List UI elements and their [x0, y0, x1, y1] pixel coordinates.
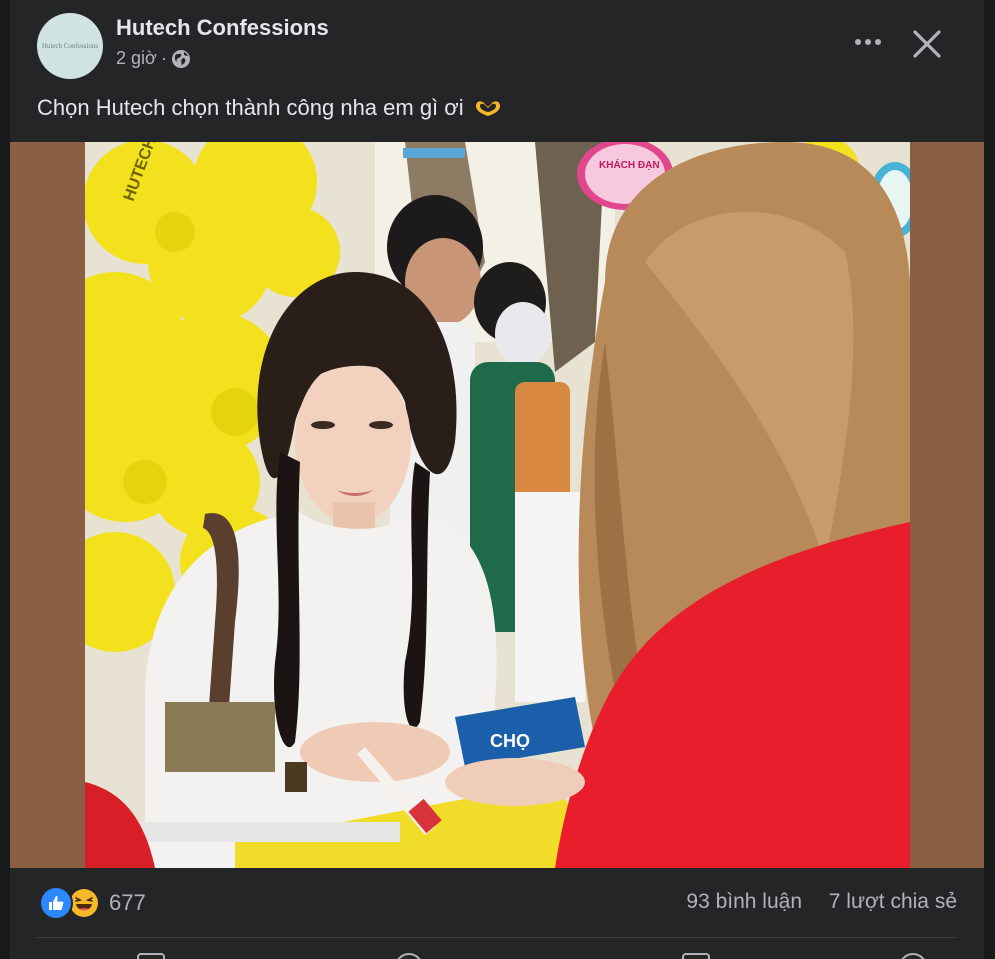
post-caption: Chọn Hutech chọn thành công nha em gì ơi: [37, 95, 502, 121]
close-icon: [913, 30, 941, 58]
post-stats: 677 93 bình luận 7 lượt chia sẻ: [10, 868, 984, 938]
avatar-text: Hutech Confessions: [41, 42, 99, 50]
sign-text: KHÁCH ĐẠN: [599, 158, 660, 171]
post-photo[interactable]: KHÁCH ĐẠN HUTECH CHỌ: [85, 142, 910, 868]
post-meta: 2 giờ ·: [116, 48, 191, 69]
post-actions: [37, 945, 957, 959]
more-horizontal-icon: [853, 39, 883, 45]
reaction-count: 677: [109, 890, 146, 915]
caption-text: Chọn Hutech chọn thành công nha em gì ơi: [37, 95, 464, 120]
globe-icon[interactable]: [171, 49, 191, 69]
comment-action-button[interactable]: [395, 953, 423, 959]
close-button[interactable]: [907, 24, 947, 64]
meta-separator: ·: [160, 48, 167, 68]
post-media[interactable]: KHÁCH ĐẠN HUTECH CHỌ: [10, 142, 984, 868]
post-card: Hutech Confessions Hutech Confessions 2 …: [10, 0, 984, 959]
post-header: Hutech Confessions Hutech Confessions 2 …: [10, 0, 984, 90]
share-action-button[interactable]: [899, 953, 927, 959]
comments-count-link[interactable]: 93 bình luận: [686, 890, 802, 914]
post-time[interactable]: 2 giờ: [116, 48, 157, 69]
heart-hands-emoji: [474, 98, 502, 118]
like-icon: [39, 886, 73, 920]
more-options-button[interactable]: [848, 24, 888, 60]
shares-count-link[interactable]: 7 lượt chia sẻ: [829, 890, 957, 914]
send-action-button[interactable]: [682, 953, 710, 959]
stats-divider: [37, 937, 957, 938]
page-name-link[interactable]: Hutech Confessions: [116, 15, 329, 41]
reactions-summary[interactable]: 677: [39, 886, 146, 920]
like-action-button[interactable]: [137, 953, 165, 959]
brochure-text: CHỌ: [490, 731, 530, 751]
page-avatar[interactable]: Hutech Confessions: [37, 13, 103, 79]
